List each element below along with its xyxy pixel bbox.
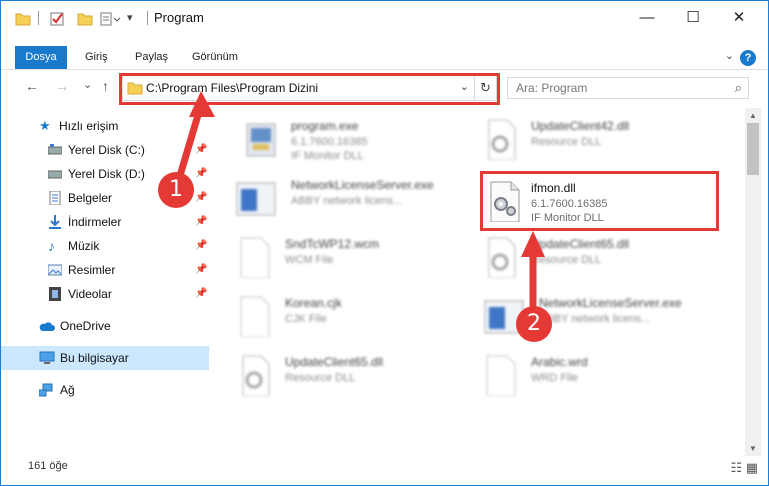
step-badge-1: 1: [158, 172, 194, 208]
step-badge-2: 2: [516, 306, 552, 342]
annotation-arrows: [175, 91, 545, 317]
explorer-window: ▾ Program — ☐ ✕ Dosya Giriş Paylaş Görün…: [0, 0, 769, 486]
